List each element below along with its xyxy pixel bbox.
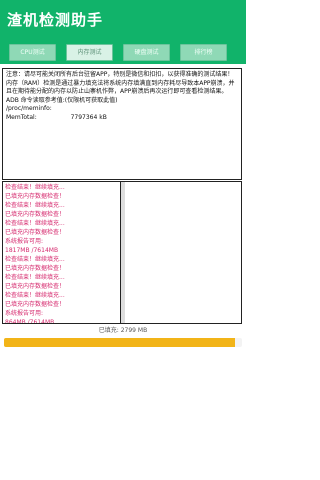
filled-value: 2799 MB bbox=[120, 327, 148, 334]
meminfo-path: /proc/meminfo: bbox=[6, 105, 52, 112]
log-line: 已填充内存数据检查！ bbox=[5, 301, 66, 308]
memtotal-value: 7797364 kB bbox=[70, 113, 107, 121]
tab-memory-test[interactable]: 内存测试 bbox=[66, 44, 113, 61]
log-line: 864MB /7614MB bbox=[5, 319, 55, 323]
log-line: 已填充内存数据检查！ bbox=[5, 229, 66, 236]
filled-label: 已填充: bbox=[98, 327, 119, 334]
progress-fill bbox=[4, 338, 235, 347]
log-line: 系统报告可用: bbox=[5, 310, 44, 317]
log-area: 检查结束！继续填充... 已填充内存数据检查！ 检查结束！继续填充... 已填充内存数… bbox=[2, 181, 242, 324]
log-line: 检查结束！继续填充... bbox=[5, 256, 65, 263]
notice-text: 注意：请尽可能关闭所有后台驻留APP，特别是微信和扣扣，以获得准确的测试结果！内… bbox=[6, 71, 235, 95]
blank-area bbox=[0, 347, 246, 480]
app-bar: 渣机检测助手 bbox=[0, 0, 246, 40]
log-line: 1817MB /7614MB bbox=[5, 247, 59, 254]
log-line: 已填充内存数据检查！ bbox=[5, 283, 66, 290]
log-line: 已填充内存数据检查！ bbox=[5, 211, 66, 218]
app-title: 渣机检测助手 bbox=[7, 11, 104, 29]
memtotal-row: MemTotal: 7797364 kB bbox=[6, 114, 238, 123]
log-line: 系统报告可用: bbox=[5, 238, 44, 245]
tab-cpu-test[interactable]: CPU测试 bbox=[9, 44, 56, 61]
log-line: 检查结束！继续填充... bbox=[5, 274, 65, 281]
log-line: 检查结束！继续填充... bbox=[5, 202, 65, 209]
filled-status: 已填充: 2799 MB bbox=[0, 326, 246, 336]
progress-bar bbox=[4, 338, 242, 347]
log-line: 已填充内存数据检查！ bbox=[5, 193, 66, 200]
log-right-pane[interactable] bbox=[123, 182, 241, 323]
adb-hint: ADB 命令读取参考值:(仅限机可获取此值) bbox=[6, 96, 118, 104]
info-panel: 注意：请尽可能关闭所有后台驻留APP，特别是微信和扣扣，以获得准确的测试结果！内… bbox=[2, 68, 242, 180]
log-line: 检查结束！继续填充... bbox=[5, 220, 65, 227]
memtotal-label: MemTotal: bbox=[6, 113, 37, 121]
tab-leaderboard[interactable]: 排行榜 bbox=[180, 44, 227, 61]
log-line: 已填充内存数据检查！ bbox=[5, 265, 66, 272]
tab-disk-test[interactable]: 硬盘测试 bbox=[123, 44, 170, 61]
log-left-pane[interactable]: 检查结束！继续填充... 已填充内存数据检查！ 检查结束！继续填充... 已填充内存数… bbox=[3, 182, 121, 323]
log-line: 检查结束！继续填充... bbox=[5, 292, 65, 299]
tab-bar: CPU测试 内存测试 硬盘测试 排行榜 bbox=[0, 40, 246, 64]
log-line: 检查结束！继续填充... bbox=[5, 184, 65, 191]
